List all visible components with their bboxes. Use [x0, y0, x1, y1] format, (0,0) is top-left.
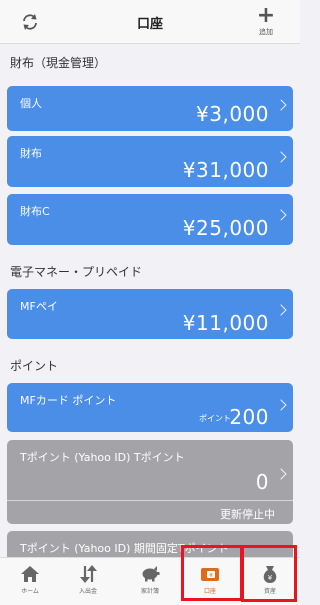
account-card-t-point[interactable]: Tポイント (Yahoo ID) Tポイント 0 更新停止中: [7, 440, 293, 524]
account-amount: ¥31,000: [182, 158, 269, 182]
account-card-mf-card-points[interactable]: MFカード ポイント ポイント 200: [7, 383, 293, 432]
account-card-wallet[interactable]: 財布 ¥31,000: [7, 136, 293, 187]
section-header-e-money: 電子マネー・プリペイド: [10, 265, 143, 279]
account-name: 財布: [20, 147, 42, 160]
chevron-right-icon: [275, 304, 287, 316]
add-label: 追加: [259, 28, 273, 36]
chevron-right-icon: [275, 468, 287, 480]
account-amount: 0: [255, 470, 269, 494]
account-name: MFペイ: [20, 300, 58, 313]
tab-transactions[interactable]: 入出金: [63, 558, 113, 605]
account-list[interactable]: 財布（現金管理） 個人 ¥3,000 財布 ¥31,000 財布C ¥25,00…: [0, 45, 300, 557]
tab-label: 入出金: [78, 588, 97, 595]
update-stopped-label: 更新停止中: [220, 508, 275, 521]
points-prefix: ポイント: [199, 414, 231, 423]
account-card-mf-pay[interactable]: MFペイ ¥11,000: [7, 289, 293, 339]
piggy-bank-icon: [142, 566, 160, 582]
section-header-points: ポイント: [10, 359, 59, 373]
account-name: 財布C: [20, 205, 50, 218]
section-header-wallet: 財布（現金管理）: [10, 56, 107, 70]
highlight-box-accounts-tab: [181, 545, 243, 601]
account-name: 個人: [20, 97, 42, 110]
update-status: 更新停止中: [7, 500, 293, 524]
chevron-right-icon: [275, 209, 287, 221]
account-amount: ¥25,000: [182, 216, 269, 240]
account-card-personal[interactable]: 個人 ¥3,000: [7, 86, 293, 131]
home-icon: [21, 566, 39, 582]
app-header: 口座 + 追加: [0, 0, 300, 44]
chevron-right-icon: [275, 399, 287, 411]
account-amount: ¥11,000: [182, 311, 269, 335]
add-account-button[interactable]: + 追加: [252, 5, 280, 39]
tab-home[interactable]: ホーム: [5, 558, 55, 605]
account-amount: 200: [229, 405, 269, 429]
tab-budget[interactable]: 家計簿: [125, 558, 175, 605]
highlight-box-assets-tab: [241, 545, 297, 602]
chevron-right-icon: [275, 151, 287, 163]
account-card-wallet-c[interactable]: 財布C ¥25,000: [7, 194, 293, 245]
account-name: Tポイント (Yahoo ID) Tポイント: [20, 451, 185, 464]
tab-label: ホーム: [21, 588, 39, 595]
chevron-right-icon: [275, 99, 287, 111]
tab-label: 家計簿: [140, 588, 159, 595]
account-amount: ¥3,000: [196, 102, 269, 126]
account-name: MFカード ポイント: [20, 394, 117, 407]
transfer-icon: [80, 565, 97, 583]
plus-icon: +: [256, 3, 276, 28]
